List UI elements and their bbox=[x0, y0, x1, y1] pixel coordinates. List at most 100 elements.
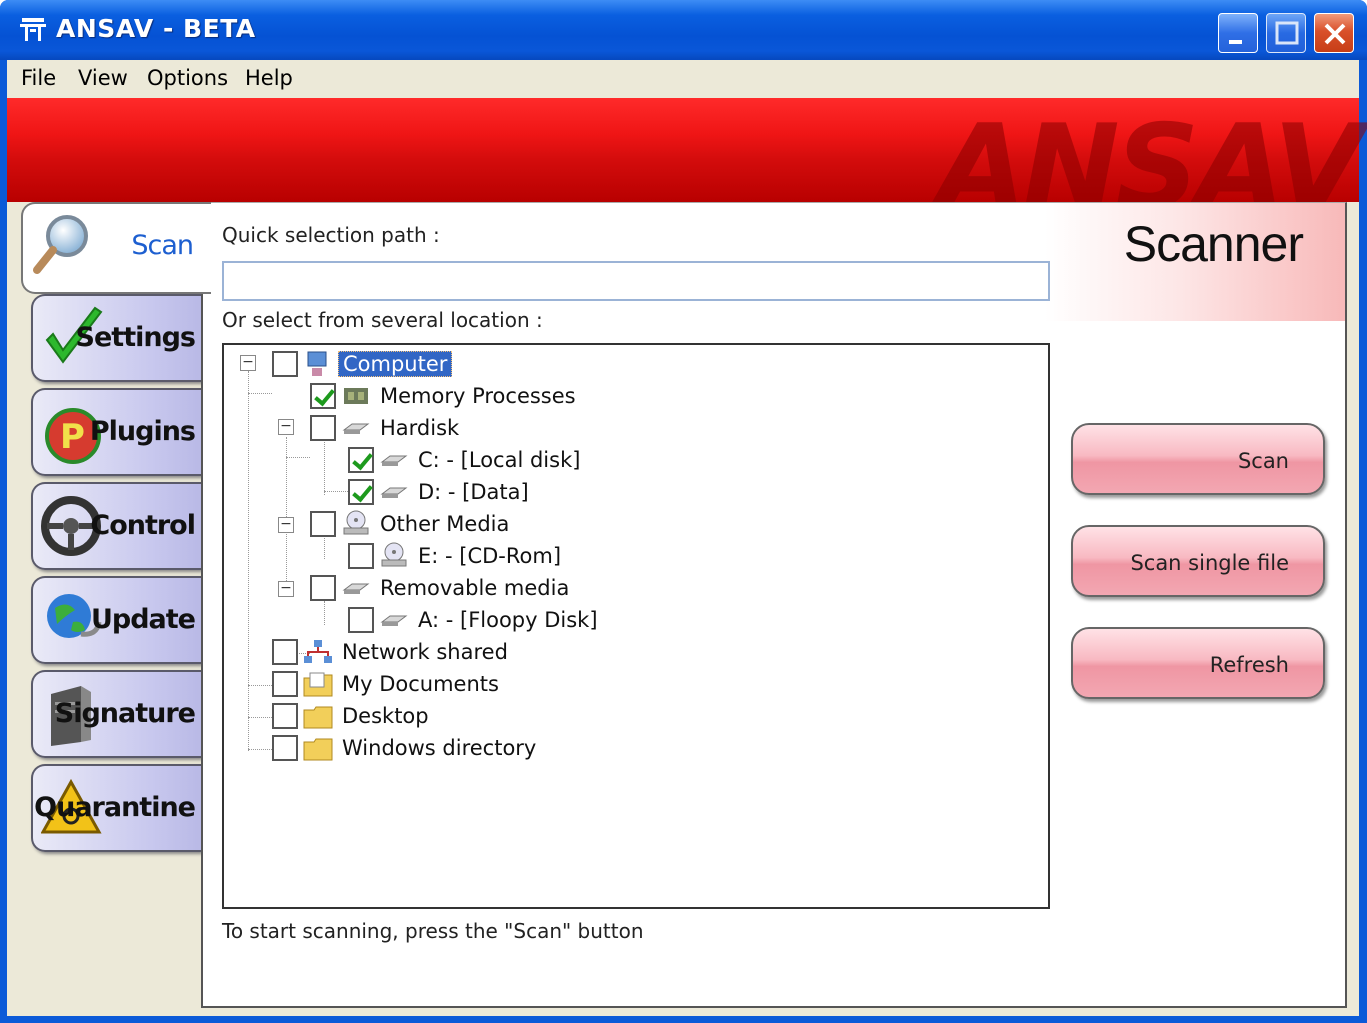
tab-label: Plugins bbox=[89, 416, 196, 447]
menu-help[interactable]: Help bbox=[245, 66, 293, 90]
collapse-computer-toggle[interactable]: − bbox=[240, 355, 256, 371]
quick-path-label: Quick selection path : bbox=[222, 223, 440, 247]
tree-node-desktop[interactable]: Desktop bbox=[272, 701, 433, 731]
tree-node-label: My Documents bbox=[342, 672, 499, 696]
tree-node-label: D: - [Data] bbox=[418, 480, 529, 504]
app-icon bbox=[20, 18, 46, 41]
tree-node-drive-e[interactable]: E: - [CD-Rom] bbox=[348, 541, 565, 571]
tab-label: Control bbox=[90, 510, 196, 541]
tree-node-drive-d[interactable]: D: - [Data] bbox=[348, 477, 533, 507]
maximize-icon bbox=[1275, 21, 1299, 45]
menu-file[interactable]: File bbox=[21, 66, 56, 90]
tree-node-windows-directory[interactable]: Windows directory bbox=[272, 733, 540, 763]
tree-checkbox[interactable] bbox=[272, 671, 298, 697]
tree-checkbox[interactable] bbox=[272, 351, 298, 377]
menu-view[interactable]: View bbox=[78, 66, 128, 90]
drive-icon bbox=[342, 423, 370, 434]
tree-node-removable-media[interactable]: Removable media bbox=[310, 573, 573, 603]
menu-bar: File View Options Help bbox=[7, 60, 1359, 98]
computer-icon bbox=[307, 351, 327, 376]
tree-node-computer[interactable]: Computer bbox=[272, 349, 453, 379]
tab-quarantine[interactable]: Quarantine bbox=[31, 764, 201, 852]
tab-update[interactable]: Update bbox=[31, 576, 201, 664]
scan-button[interactable]: Scan bbox=[1071, 423, 1325, 495]
tree-node-label: Computer bbox=[338, 351, 453, 377]
drive-icon bbox=[342, 583, 370, 594]
tree-node-label: Memory Processes bbox=[380, 384, 576, 408]
minimize-button[interactable] bbox=[1218, 13, 1258, 53]
tab-plugins[interactable]: P Plugins bbox=[31, 388, 201, 476]
location-tree[interactable]: − − − − Computer Memory Processes Hardis… bbox=[222, 343, 1050, 909]
tree-node-network-shared[interactable]: Network shared bbox=[272, 637, 512, 667]
drive-icon bbox=[380, 615, 408, 626]
tree-node-other-media[interactable]: Other Media bbox=[310, 509, 513, 539]
tree-checkbox[interactable] bbox=[310, 575, 336, 601]
tree-node-label: C: - [Local disk] bbox=[418, 448, 581, 472]
window-bottom-border bbox=[0, 1016, 1367, 1023]
tree-checkbox[interactable] bbox=[310, 511, 336, 537]
tree-checkbox[interactable] bbox=[348, 479, 374, 505]
collapse-removable-toggle[interactable]: − bbox=[278, 581, 294, 597]
button-label: Scan single file bbox=[1130, 551, 1289, 575]
minimize-icon bbox=[1229, 40, 1242, 44]
documents-folder-icon bbox=[303, 672, 333, 697]
tree-checkbox[interactable] bbox=[272, 735, 298, 761]
tree-checkbox[interactable] bbox=[348, 447, 374, 473]
cd-drive-icon bbox=[343, 510, 369, 535]
tab-signature[interactable]: Signature bbox=[31, 670, 201, 758]
tree-node-label: Network shared bbox=[342, 640, 508, 664]
title-bar[interactable]: ANSAV - BETA bbox=[0, 0, 1367, 60]
tree-node-hardisk[interactable]: Hardisk bbox=[310, 413, 463, 443]
scanner-panel: Scanner Quick selection path : Or select… bbox=[201, 202, 1347, 1008]
app-window: ANSAV - BETA File View Options Help ANSA… bbox=[0, 0, 1367, 1023]
tree-checkbox[interactable] bbox=[272, 703, 298, 729]
cd-drive-icon bbox=[381, 542, 407, 567]
tree-node-label: Desktop bbox=[342, 704, 429, 728]
tree-checkbox[interactable] bbox=[310, 415, 336, 441]
svg-text:P: P bbox=[60, 417, 85, 457]
client-area: File View Options Help ANSAV Scan Settin… bbox=[7, 60, 1363, 1018]
drive-icon bbox=[380, 487, 408, 498]
tree-checkbox[interactable] bbox=[272, 639, 298, 665]
locations-label: Or select from several location : bbox=[222, 308, 543, 332]
tree-checkbox[interactable] bbox=[348, 543, 374, 569]
tree-node-drive-c[interactable]: C: - [Local disk] bbox=[348, 445, 584, 475]
window-title: ANSAV - BETA bbox=[56, 14, 256, 43]
tree-checkbox[interactable] bbox=[348, 607, 374, 633]
refresh-button[interactable]: Refresh bbox=[1071, 627, 1325, 699]
tree-node-label: Removable media bbox=[380, 576, 570, 600]
tab-label: Signature bbox=[54, 698, 196, 729]
tab-label: Quarantine bbox=[34, 792, 196, 823]
tree-node-label: E: - [CD-Rom] bbox=[418, 544, 562, 568]
tab-scan[interactable]: Scan bbox=[21, 202, 211, 294]
drive-icon bbox=[380, 455, 408, 466]
tree-node-my-documents[interactable]: My Documents bbox=[272, 669, 503, 699]
tab-label: Update bbox=[90, 604, 196, 635]
tree-node-memory-processes[interactable]: Memory Processes bbox=[310, 381, 580, 411]
quick-path-input[interactable] bbox=[222, 261, 1050, 301]
collapse-hardisk-toggle[interactable]: − bbox=[278, 419, 294, 435]
magnifier-icon bbox=[33, 215, 88, 274]
tab-settings[interactable]: Settings bbox=[31, 294, 201, 382]
status-text: To start scanning, press the "Scan" butt… bbox=[222, 919, 644, 943]
tab-label: Scan bbox=[131, 230, 194, 261]
tree-node-label: A: - [Floopy Disk] bbox=[418, 608, 598, 632]
close-button[interactable] bbox=[1314, 13, 1354, 53]
tab-control[interactable]: Control bbox=[31, 482, 201, 570]
header-banner: ANSAV bbox=[7, 98, 1363, 235]
memory-chip-icon bbox=[344, 388, 368, 404]
scan-single-file-button[interactable]: Scan single file bbox=[1071, 525, 1325, 597]
maximize-button[interactable] bbox=[1266, 13, 1306, 53]
menu-options[interactable]: Options bbox=[147, 66, 228, 90]
collapse-other-media-toggle[interactable]: − bbox=[278, 517, 294, 533]
tree-node-drive-a[interactable]: A: - [Floopy Disk] bbox=[348, 605, 602, 635]
tree-checkbox[interactable] bbox=[310, 383, 336, 409]
tree-node-label: Hardisk bbox=[380, 416, 460, 440]
tab-label: Settings bbox=[75, 322, 196, 353]
folder-icon bbox=[303, 738, 333, 761]
folder-icon bbox=[303, 706, 333, 729]
network-icon bbox=[304, 640, 332, 663]
scanner-header: Scanner bbox=[1045, 203, 1345, 321]
tree-node-label: Other Media bbox=[380, 512, 510, 536]
body-panel: Scan Settings P Plugins Control Update S… bbox=[7, 202, 1359, 1018]
